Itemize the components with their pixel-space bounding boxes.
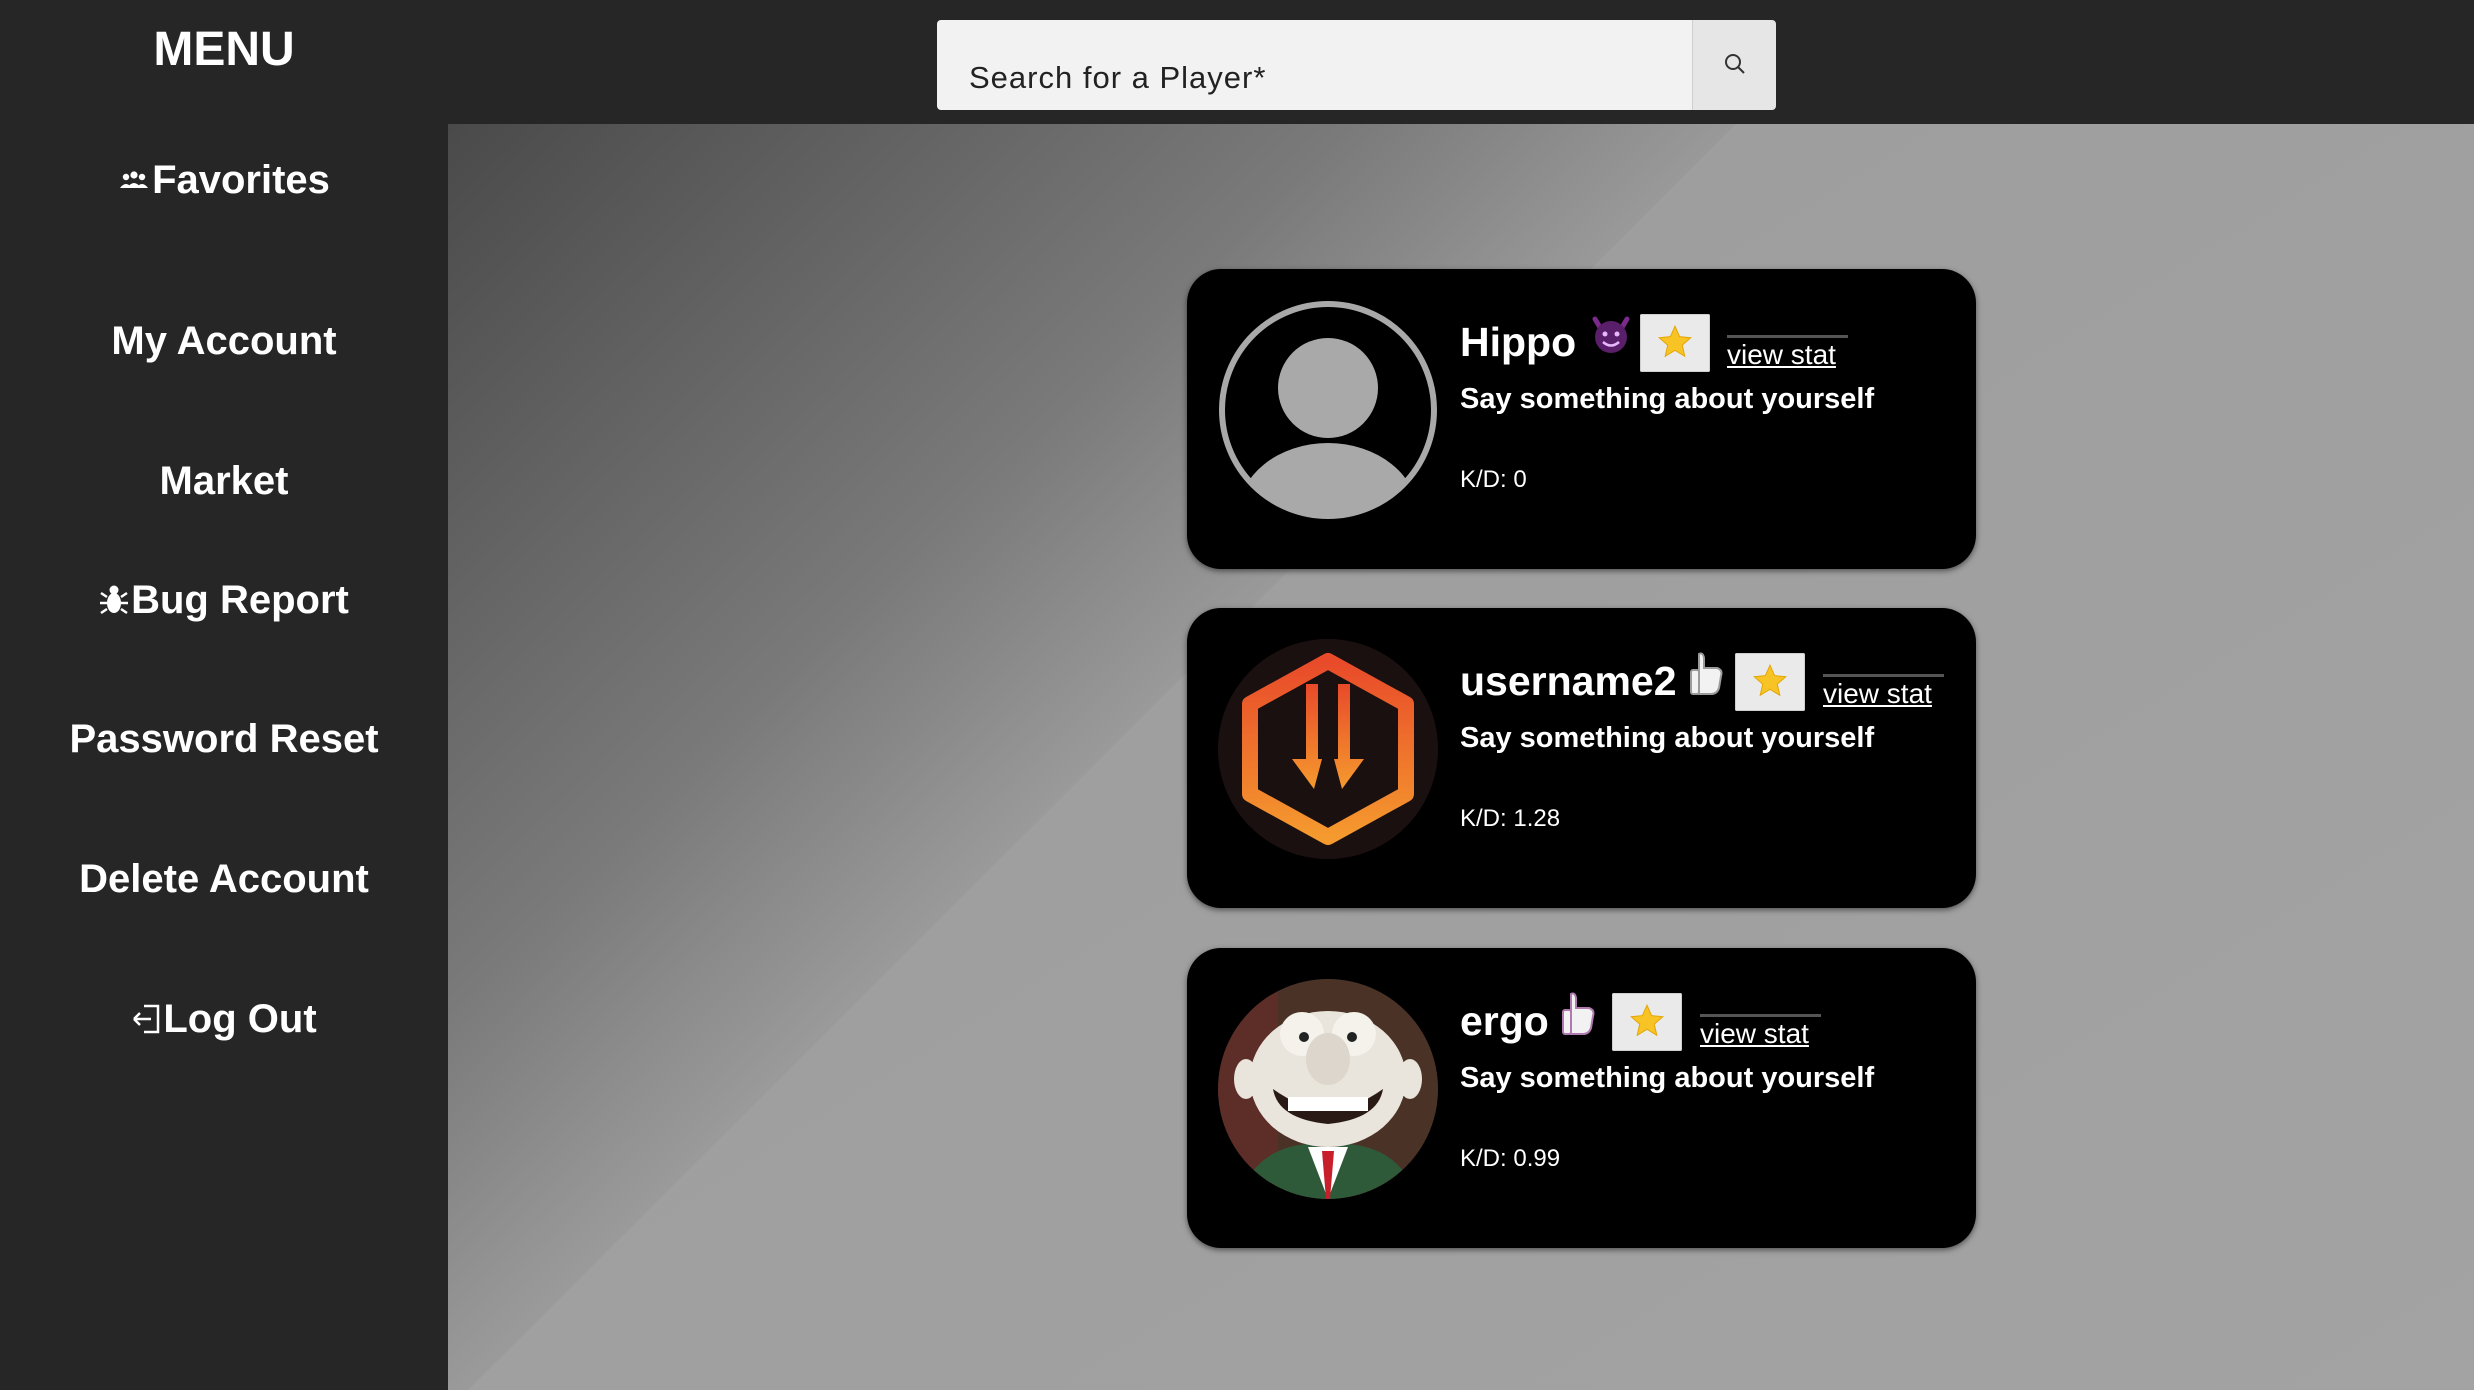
sidebar-item-label: My Account — [111, 318, 337, 363]
sidebar-item-label: Delete Account — [79, 856, 369, 901]
view-stat-link[interactable]: view stat — [1700, 1014, 1821, 1049]
avatar — [1218, 300, 1438, 520]
favorite-button[interactable] — [1612, 993, 1682, 1051]
player-card: ergo view stat Say something about yours… — [1187, 948, 1976, 1248]
sidebar-item-password-reset[interactable]: Password Reset — [0, 711, 448, 767]
sidebar-item-label: Log Out — [163, 996, 317, 1041]
sidebar-item-log-out[interactable]: Log Out — [0, 991, 448, 1047]
devil-emoji-icon — [1589, 309, 1633, 359]
player-bio: Say something about yourself — [1460, 722, 1875, 754]
sidebar: MENU Favorites My Account Market Bug Rep… — [0, 0, 448, 1390]
search-icon — [1722, 51, 1748, 80]
star-icon — [1751, 662, 1789, 703]
player-card: username2 view stat Say something about … — [1187, 608, 1976, 908]
sidebar-item-my-account[interactable]: My Account — [0, 313, 448, 369]
star-icon — [1656, 323, 1694, 364]
favorite-button[interactable] — [1735, 653, 1805, 711]
view-stat-link[interactable]: view stat — [1823, 674, 1944, 709]
group-icon — [118, 168, 150, 192]
player-name: Hippo — [1460, 319, 1577, 365]
avatar — [1218, 639, 1438, 859]
thumbs-up-emoji-icon — [1557, 988, 1601, 1038]
favorite-button[interactable] — [1640, 314, 1710, 372]
sidebar-item-bug-report[interactable]: Bug Report — [0, 572, 448, 628]
sidebar-item-label: Favorites — [152, 157, 330, 202]
search-button[interactable] — [1692, 20, 1776, 110]
player-bio: Say something about yourself — [1460, 1062, 1875, 1094]
sidebar-item-label: Market — [159, 458, 289, 503]
star-icon — [1628, 1002, 1666, 1043]
player-card: Hippo view stat Say something about your… — [1187, 269, 1976, 569]
menu-title: MENU — [153, 23, 295, 76]
sidebar-item-label: Bug Report — [131, 577, 349, 622]
avatar — [1218, 979, 1438, 1199]
player-name: ergo — [1460, 998, 1549, 1044]
sidebar-item-market[interactable]: Market — [0, 453, 448, 509]
sidebar-item-label: Password Reset — [69, 716, 379, 761]
logout-icon — [131, 1002, 161, 1036]
sidebar-item-delete-account[interactable]: Delete Account — [0, 851, 448, 907]
player-kd: K/D: 1.28 — [1460, 805, 1561, 832]
bug-icon — [99, 583, 129, 617]
player-name: username2 — [1460, 658, 1677, 704]
sidebar-item-favorites[interactable]: Favorites — [0, 152, 448, 208]
thumbs-up-emoji-icon — [1685, 648, 1729, 698]
player-kd: K/D: 0 — [1460, 466, 1527, 493]
player-kd: K/D: 0.99 — [1460, 1145, 1561, 1172]
view-stat-link[interactable]: view stat — [1727, 335, 1848, 370]
player-search-input[interactable] — [937, 20, 1692, 110]
player-bio: Say something about yourself — [1460, 383, 1875, 415]
